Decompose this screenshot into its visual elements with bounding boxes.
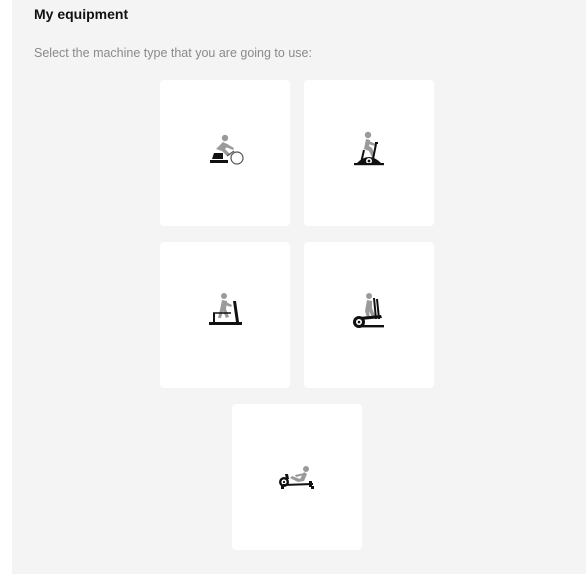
machine-card-rowing-machine[interactable] bbox=[232, 404, 362, 550]
elliptical-icon bbox=[353, 293, 384, 328]
machine-card-exercise-bike[interactable] bbox=[304, 80, 434, 226]
page: My equipment Select the machine type tha… bbox=[0, 0, 586, 574]
machine-card-bike-trainer[interactable] bbox=[160, 80, 290, 226]
exercise-bike-icon bbox=[354, 131, 384, 166]
page-title: My equipment bbox=[34, 6, 129, 22]
treadmill-icon bbox=[209, 293, 242, 325]
machine-card-treadmill[interactable] bbox=[160, 242, 290, 388]
machine-card-elliptical[interactable] bbox=[304, 242, 434, 388]
rowing-machine-icon bbox=[279, 466, 314, 489]
bike-trainer-icon bbox=[210, 134, 244, 165]
instruction-text: Select the machine type that you are goi… bbox=[34, 46, 312, 60]
